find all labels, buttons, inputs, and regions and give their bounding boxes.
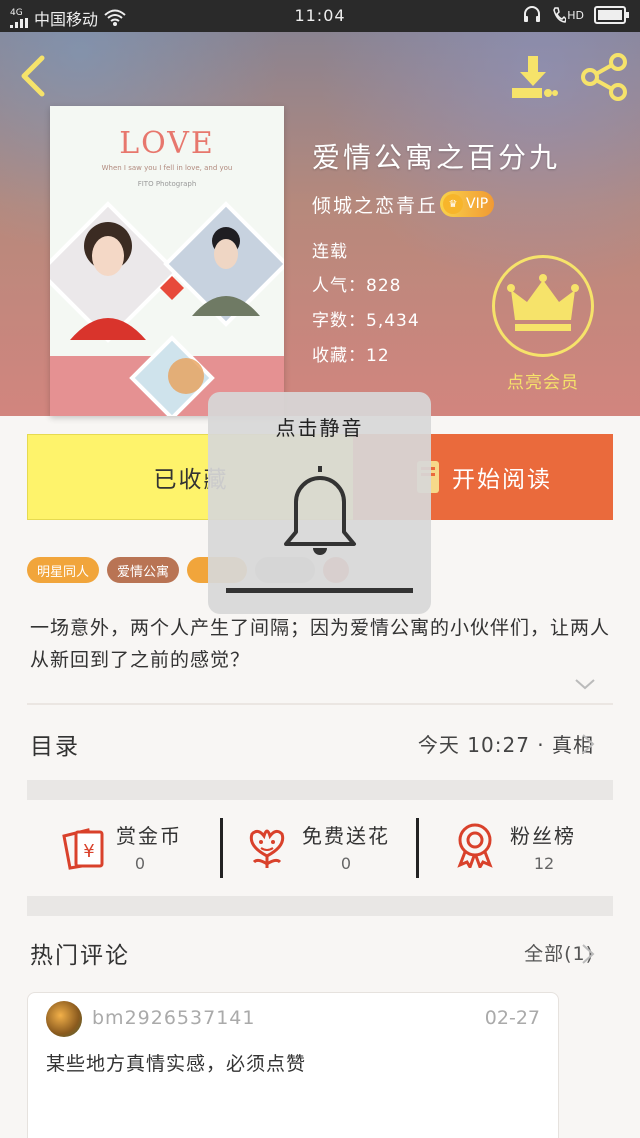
- chevron-right-icon: [582, 944, 595, 964]
- stat-name: 粉丝榜: [510, 824, 576, 848]
- vip-label: VIP: [466, 196, 489, 212]
- status-bar: 4G 中国移动 11:04 HD: [0, 0, 640, 32]
- tag-item[interactable]: 爱情公寓: [107, 557, 180, 583]
- book-title: 爱情公寓之百分九: [312, 141, 561, 174]
- start-reading-label: 开始阅读: [452, 467, 552, 493]
- mute-toast[interactable]: 点击静音: [208, 392, 431, 614]
- cover-artwork: [50, 201, 284, 416]
- flower-icon: [249, 829, 285, 868]
- share-button[interactable]: [580, 52, 630, 106]
- fan-ranking-button[interactable]: 粉丝榜 12: [454, 818, 614, 878]
- status-right: HD: [522, 5, 630, 25]
- section-separator: [27, 896, 613, 916]
- stat-name: 免费送花: [302, 824, 390, 848]
- headset-icon: [524, 6, 541, 22]
- comment-card[interactable]: bm2926537141 02-27 某些地方真情实感，必须点赞: [27, 992, 559, 1138]
- volume-bar: [226, 588, 413, 593]
- free-flower-button[interactable]: 免费送花 0: [246, 818, 406, 878]
- medal-icon: [457, 823, 493, 868]
- book-word-count: 字数：5,434: [312, 311, 420, 331]
- expand-button[interactable]: [574, 676, 596, 695]
- latest-chapter[interactable]: 今天 10:27 · 真相: [418, 729, 594, 758]
- hd-label: HD: [567, 8, 584, 22]
- book-status: 连载: [312, 242, 348, 262]
- bell-icon: [284, 466, 356, 555]
- comment-text: 某些地方真情实感，必须点赞: [46, 1053, 307, 1075]
- crown-icon: [507, 274, 579, 331]
- battery-icon: [594, 6, 629, 24]
- book-description: 一场意外，两个人产生了间隔；因为爱情公寓的小伙伴们，让两人从新回到了之前的感觉？: [30, 617, 611, 671]
- download-icon: [512, 56, 558, 98]
- member-label[interactable]: 点亮会员: [492, 368, 594, 393]
- book-favorites: 收藏：12: [312, 346, 390, 366]
- stat-divider: [416, 818, 419, 878]
- reward-coins-button[interactable]: ¥ 赏金币 0: [60, 818, 210, 878]
- tag-item[interactable]: 明星同人: [27, 557, 100, 583]
- avatar[interactable]: [46, 1001, 82, 1037]
- stat-divider: [220, 818, 223, 878]
- toc-label: 目录: [30, 734, 80, 760]
- comment-date: 02-27: [484, 1007, 540, 1029]
- chevron-down-icon: [575, 679, 595, 690]
- stat-value: 12: [533, 854, 555, 873]
- comment-username[interactable]: bm2926537141: [92, 1007, 255, 1029]
- stat-value: 0: [134, 854, 146, 873]
- stat-name: 赏金币: [116, 824, 182, 848]
- crown-icon: ♛: [443, 194, 463, 214]
- phone-icon: [553, 7, 567, 23]
- svg-text:¥: ¥: [83, 841, 94, 862]
- back-button[interactable]: [18, 54, 48, 102]
- book-cover[interactable]: LOVE When I saw you I fell in love, and …: [50, 106, 284, 416]
- mute-toast-title: 点击静音: [275, 416, 364, 440]
- chevron-left-icon: [21, 55, 45, 97]
- section-separator: [27, 780, 613, 800]
- share-icon: [581, 53, 627, 101]
- download-button[interactable]: [508, 54, 558, 104]
- hot-comments-label: 热门评论: [30, 943, 130, 969]
- chevron-right-icon: [582, 734, 595, 754]
- vip-badge: ♛ VIP: [440, 191, 494, 217]
- book-author[interactable]: 倾城之恋青丘: [312, 191, 438, 218]
- call-hd-icon: HD: [552, 6, 584, 24]
- book-popularity: 人气：828: [312, 276, 402, 296]
- stat-value: 0: [340, 854, 352, 873]
- member-button[interactable]: [492, 255, 594, 357]
